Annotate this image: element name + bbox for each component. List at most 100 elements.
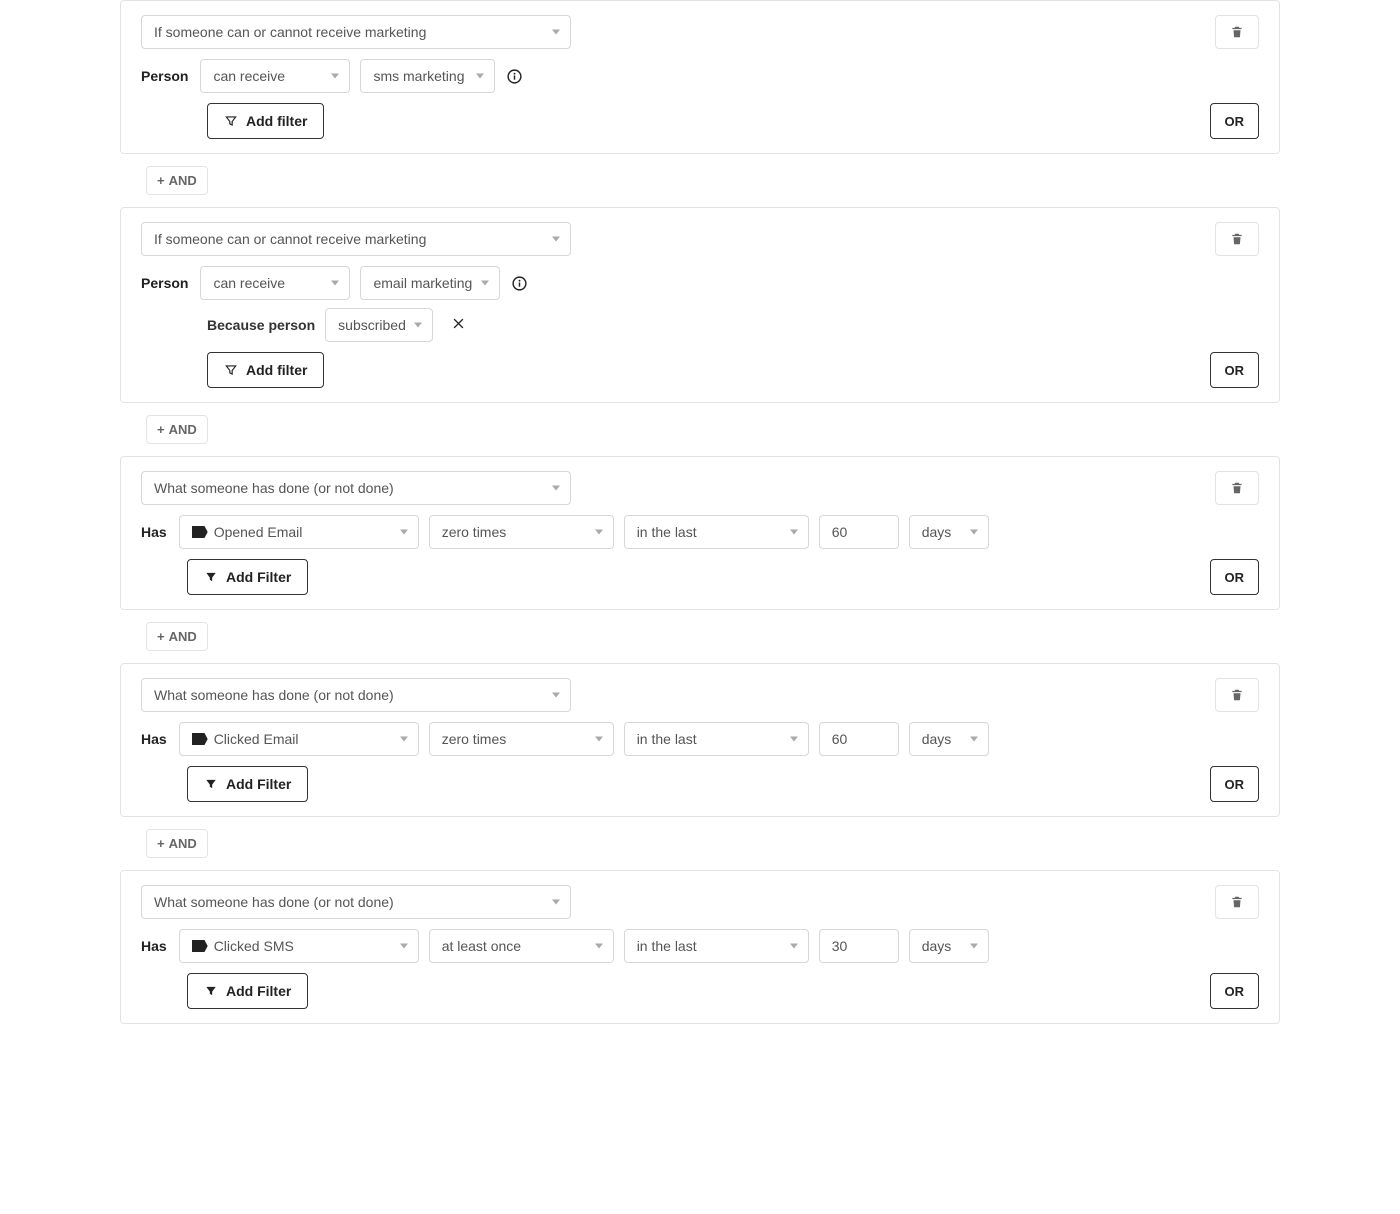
chevron-down-icon: [552, 693, 560, 698]
condition-type-select[interactable]: If someone can or cannot receive marketi…: [141, 222, 571, 256]
and-button[interactable]: +AND: [146, 166, 208, 195]
and-button[interactable]: +AND: [146, 829, 208, 858]
can-receive-select[interactable]: can receive: [200, 59, 350, 93]
condition-type-label: What someone has done (or not done): [154, 894, 394, 910]
plus-icon: +: [157, 422, 165, 437]
add-filter-button[interactable]: Add Filter: [187, 973, 308, 1009]
channel-select[interactable]: email marketing: [360, 266, 500, 300]
info-icon[interactable]: [510, 274, 528, 292]
can-receive-select[interactable]: can receive: [200, 266, 350, 300]
tag-icon: [192, 526, 208, 538]
filter-icon: [224, 363, 238, 377]
condition-block: If someone can or cannot receive marketi…: [120, 0, 1280, 154]
chevron-down-icon: [970, 530, 978, 535]
condition-type-select[interactable]: If someone can or cannot receive marketi…: [141, 15, 571, 49]
chevron-down-icon: [400, 530, 408, 535]
add-filter-button[interactable]: Add filter: [207, 352, 324, 388]
chevron-down-icon: [552, 237, 560, 242]
operator-select[interactable]: zero times: [429, 515, 614, 549]
chevron-down-icon: [400, 944, 408, 949]
number-input[interactable]: [819, 929, 899, 963]
delete-button[interactable]: [1215, 15, 1259, 49]
trash-icon: [1230, 895, 1244, 909]
add-filter-button[interactable]: Add Filter: [187, 559, 308, 595]
delete-button[interactable]: [1215, 471, 1259, 505]
prefix-label: Person: [141, 275, 188, 291]
or-button[interactable]: OR: [1210, 559, 1260, 595]
close-icon: [451, 316, 466, 331]
chevron-down-icon: [331, 74, 339, 79]
timeframe-select[interactable]: in the last: [624, 929, 809, 963]
chevron-down-icon: [790, 737, 798, 742]
chevron-down-icon: [481, 281, 489, 286]
chevron-down-icon: [552, 900, 560, 905]
trash-icon: [1230, 481, 1244, 495]
plus-icon: +: [157, 629, 165, 644]
and-connector: +AND: [146, 622, 1280, 651]
chevron-down-icon: [790, 530, 798, 535]
condition-type-label: If someone can or cannot receive marketi…: [154, 231, 426, 247]
condition-type-label: What someone has done (or not done): [154, 687, 394, 703]
because-label: Because person: [207, 317, 315, 333]
chevron-down-icon: [552, 30, 560, 35]
prefix-label: Has: [141, 524, 167, 540]
condition-block: What someone has done (or not done) Has …: [120, 456, 1280, 610]
number-input[interactable]: [819, 722, 899, 756]
or-button[interactable]: OR: [1210, 973, 1260, 1009]
unit-select[interactable]: days: [909, 929, 989, 963]
condition-block: If someone can or cannot receive marketi…: [120, 207, 1280, 403]
delete-button[interactable]: [1215, 678, 1259, 712]
chevron-down-icon: [414, 323, 422, 328]
add-filter-button[interactable]: Add filter: [207, 103, 324, 139]
condition-type-label: If someone can or cannot receive marketi…: [154, 24, 426, 40]
timeframe-select[interactable]: in the last: [624, 722, 809, 756]
number-input[interactable]: [819, 515, 899, 549]
trash-icon: [1230, 25, 1244, 39]
prefix-label: Has: [141, 938, 167, 954]
filter-icon: [224, 114, 238, 128]
chevron-down-icon: [552, 486, 560, 491]
chevron-down-icon: [400, 737, 408, 742]
plus-icon: +: [157, 836, 165, 851]
info-icon[interactable]: [505, 67, 523, 85]
condition-type-label: What someone has done (or not done): [154, 480, 394, 496]
condition-type-select[interactable]: What someone has done (or not done): [141, 678, 571, 712]
condition-type-select[interactable]: What someone has done (or not done): [141, 885, 571, 919]
and-connector: +AND: [146, 829, 1280, 858]
timeframe-select[interactable]: in the last: [624, 515, 809, 549]
delete-button[interactable]: [1215, 222, 1259, 256]
and-button[interactable]: +AND: [146, 415, 208, 444]
operator-select[interactable]: at least once: [429, 929, 614, 963]
chevron-down-icon: [595, 944, 603, 949]
condition-block: What someone has done (or not done) Has …: [120, 663, 1280, 817]
tag-icon: [192, 940, 208, 952]
unit-select[interactable]: days: [909, 515, 989, 549]
chevron-down-icon: [476, 74, 484, 79]
prefix-label: Person: [141, 68, 188, 84]
chevron-down-icon: [331, 281, 339, 286]
or-button[interactable]: OR: [1210, 352, 1260, 388]
chevron-down-icon: [970, 944, 978, 949]
operator-select[interactable]: zero times: [429, 722, 614, 756]
and-connector: +AND: [146, 166, 1280, 195]
reason-select[interactable]: subscribed: [325, 308, 433, 342]
delete-button[interactable]: [1215, 885, 1259, 919]
metric-select[interactable]: Clicked SMS: [179, 929, 419, 963]
metric-select[interactable]: Clicked Email: [179, 722, 419, 756]
metric-select[interactable]: Opened Email: [179, 515, 419, 549]
and-button[interactable]: +AND: [146, 622, 208, 651]
tag-icon: [192, 733, 208, 745]
or-button[interactable]: OR: [1210, 103, 1260, 139]
remove-subfilter-button[interactable]: [443, 315, 473, 336]
channel-select[interactable]: sms marketing: [360, 59, 495, 93]
trash-icon: [1230, 232, 1244, 246]
plus-icon: +: [157, 173, 165, 188]
add-filter-button[interactable]: Add Filter: [187, 766, 308, 802]
condition-type-select[interactable]: What someone has done (or not done): [141, 471, 571, 505]
and-connector: +AND: [146, 415, 1280, 444]
trash-icon: [1230, 688, 1244, 702]
chevron-down-icon: [595, 530, 603, 535]
or-button[interactable]: OR: [1210, 766, 1260, 802]
unit-select[interactable]: days: [909, 722, 989, 756]
chevron-down-icon: [595, 737, 603, 742]
